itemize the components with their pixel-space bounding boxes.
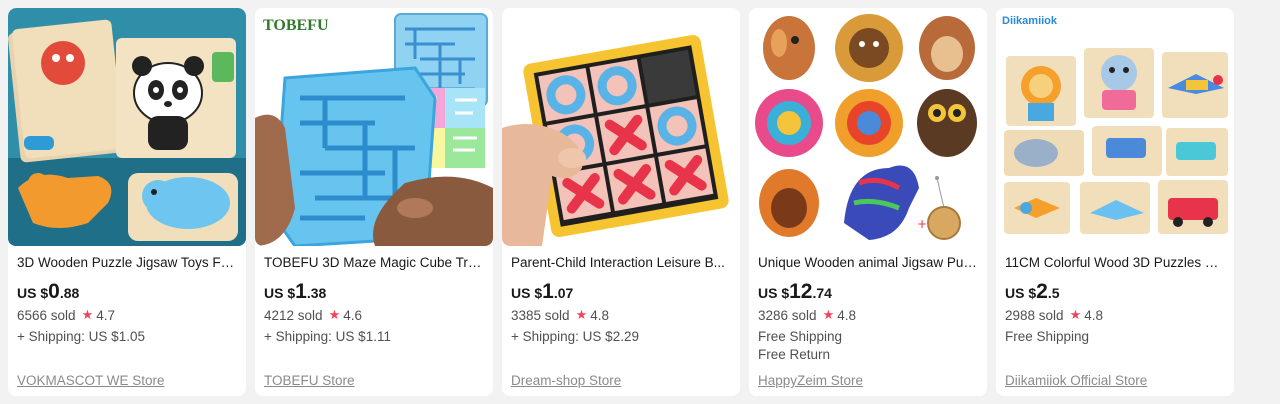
shipping-info: Free Shipping	[1005, 328, 1225, 346]
svg-text:+: +	[917, 217, 927, 231]
price-currency: US $	[17, 285, 49, 301]
sales-rating: 4212 sold ★ 4.6	[264, 306, 484, 324]
rating-value: 4.8	[590, 307, 609, 323]
product-card[interactable]: + Unique Wooden animal Jigsaw Puz... US …	[749, 8, 987, 396]
price-integer: 2	[1036, 280, 1048, 303]
product-image-wooden-puzzle[interactable]	[8, 8, 246, 246]
sales-rating: 2988 sold ★ 4.8	[1005, 306, 1225, 324]
rating-value: 4.8	[1084, 307, 1103, 323]
store-link[interactable]: HappyZeim Store	[758, 373, 863, 388]
shipping-line: + Shipping: US $1.11	[264, 329, 391, 344]
sold-count: 4212 sold	[264, 307, 323, 323]
product-card[interactable]: 3D Wooden Puzzle Jigsaw Toys For... US $…	[8, 8, 246, 396]
return-line: Free Return	[758, 347, 831, 362]
sold-count: 6566 sold	[17, 307, 76, 323]
shipping-line: Free Shipping	[1005, 329, 1090, 344]
product-price: US $ 1 .38	[264, 280, 484, 303]
shipping-line: Free Shipping	[758, 329, 843, 344]
product-image-animal-jigsaw[interactable]: +	[749, 8, 987, 246]
price-currency: US $	[264, 285, 296, 301]
price-currency: US $	[511, 285, 543, 301]
price-integer: 1	[295, 280, 307, 303]
product-title[interactable]: 11CM Colorful Wood 3D Puzzles C...	[1005, 254, 1225, 272]
image-brand-logo: Diikamiiok	[1002, 15, 1058, 27]
store-link[interactable]: Dream-shop Store	[511, 373, 621, 388]
shipping-info: + Shipping: US $1.11	[264, 328, 484, 346]
price-integer: 12	[789, 280, 813, 303]
star-icon: ★	[575, 307, 588, 322]
sold-count: 3286 sold	[758, 307, 817, 323]
shipping-line: + Shipping: US $1.05	[17, 329, 145, 344]
product-title[interactable]: Parent-Child Interaction Leisure B...	[511, 254, 731, 272]
product-title[interactable]: Unique Wooden animal Jigsaw Puz...	[758, 254, 978, 272]
store-link[interactable]: VOKMASCOT WE Store	[17, 373, 165, 388]
price-decimal: .38	[306, 285, 327, 301]
rating-value: 4.6	[343, 307, 362, 323]
product-card[interactable]: Diikamiiok 11CM Colorful Wood 3D Puzzles…	[996, 8, 1234, 396]
product-price: US $ 12 .74	[758, 280, 978, 303]
sales-rating: 3385 sold ★ 4.8	[511, 306, 731, 324]
star-icon: ★	[328, 307, 341, 322]
product-image-maze-cube[interactable]: TOBEFU	[255, 8, 493, 246]
star-icon: ★	[1069, 307, 1082, 322]
rating-value: 4.8	[837, 307, 856, 323]
shipping-line: + Shipping: US $2.29	[511, 329, 639, 344]
product-title[interactable]: TOBEFU 3D Maze Magic Cube Tran...	[264, 254, 484, 272]
price-integer: 1	[542, 280, 554, 303]
product-title[interactable]: 3D Wooden Puzzle Jigsaw Toys For...	[17, 254, 237, 272]
sold-count: 2988 sold	[1005, 307, 1064, 323]
star-icon: ★	[822, 307, 835, 322]
product-price: US $ 1 .07	[511, 280, 731, 303]
image-brand-logo: TOBEFU	[263, 17, 329, 34]
price-currency: US $	[1005, 285, 1037, 301]
sales-rating: 6566 sold ★ 4.7	[17, 306, 237, 324]
rating-value: 4.7	[96, 307, 115, 323]
price-decimal: .88	[59, 285, 80, 301]
sales-rating: 3286 sold ★ 4.8	[758, 306, 978, 324]
product-image-tic-tac-toe[interactable]	[502, 8, 740, 246]
shipping-info: + Shipping: US $1.05	[17, 328, 237, 346]
product-card[interactable]: Parent-Child Interaction Leisure B... US…	[502, 8, 740, 396]
product-price: US $ 0 .88	[17, 280, 237, 303]
star-icon: ★	[81, 307, 94, 322]
product-price: US $ 2 .5	[1005, 280, 1225, 303]
shipping-info: + Shipping: US $2.29	[511, 328, 731, 346]
store-link[interactable]: Diikamiiok Official Store	[1005, 373, 1147, 388]
product-grid: 3D Wooden Puzzle Jigsaw Toys For... US $…	[8, 8, 1234, 396]
price-decimal: .07	[553, 285, 574, 301]
price-decimal: .74	[812, 285, 832, 301]
product-image-wood-3d-puzzles[interactable]: Diikamiiok	[996, 8, 1234, 246]
sold-count: 3385 sold	[511, 307, 570, 323]
store-link[interactable]: TOBEFU Store	[264, 373, 355, 388]
product-card[interactable]: TOBEFU TOBEFU 3D Maze Magic Cube Tran...…	[255, 8, 493, 396]
price-integer: 0	[48, 280, 60, 303]
price-decimal: .5	[1047, 285, 1060, 301]
shipping-info: Free Shipping Free Return	[758, 328, 978, 364]
price-currency: US $	[758, 285, 790, 301]
